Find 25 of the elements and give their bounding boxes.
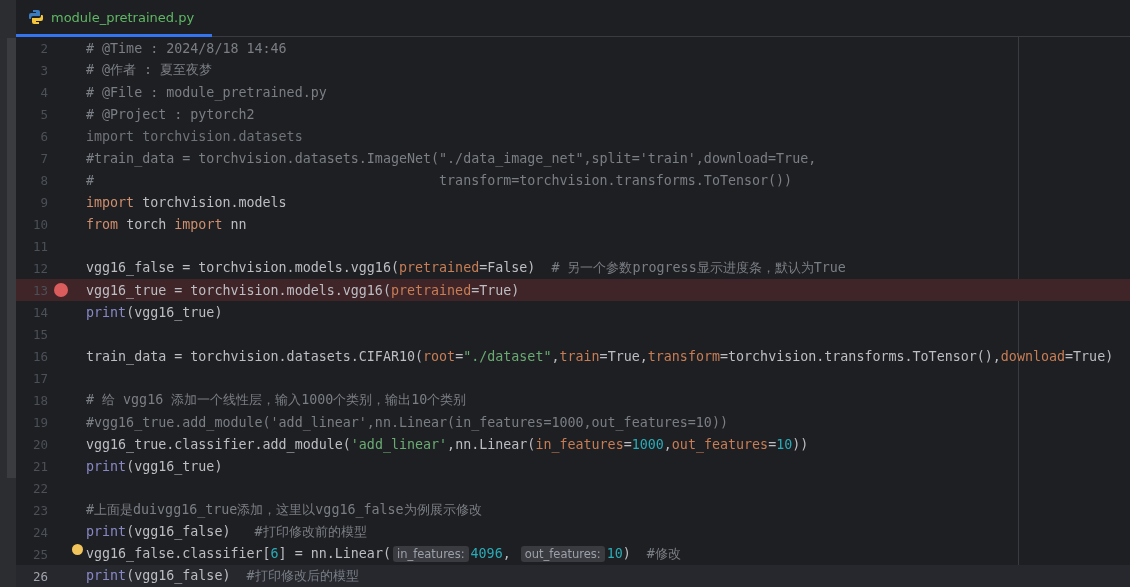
breakpoint-icon[interactable] — [54, 283, 68, 297]
code-line: print(vgg16_false) #打印修改前的模型 — [86, 523, 367, 541]
scrollbar-thumb[interactable] — [7, 38, 16, 478]
code-line: # @Project : pytorch2 — [86, 106, 255, 122]
code-line: # transform=torchvision.transforms.ToTensor()) — [86, 172, 793, 188]
code-line: # @File : module_pretrained.py — [86, 84, 327, 100]
lightbulb-icon[interactable] — [72, 544, 83, 555]
line-number: 26 — [31, 568, 48, 584]
code-line: from torch import nn — [86, 216, 247, 232]
code-line: #train_data = torchvision.datasets.ImageNet("./data_image_net",split='train',download=True, — [86, 150, 817, 166]
code-line: import torchvision.datasets — [86, 128, 303, 144]
code-line: import torchvision.models — [86, 194, 287, 210]
code-line: train_data = torchvision.datasets.CIFAR10(root="./dataset",train=True,transform=torchvision.transforms.ToTensor(),download=True) — [86, 348, 1114, 364]
code-line: #vgg16_true.add_module('add_linear',nn.Linear(in_features=1000,out_features=10)) — [86, 414, 728, 430]
code-line: vgg16_true.classifier.add_module('add_linear',nn.Linear(in_features=1000,out_features=10)) — [86, 436, 809, 452]
python-file-icon — [28, 9, 44, 25]
code-line: print(vgg16_true) — [86, 458, 223, 474]
code-line: vgg16_false.classifier[6] = nn.Linear( in_features: 4096, out_features: 10) #修改 — [86, 545, 681, 563]
code-line: print(vgg16_true) — [86, 304, 223, 320]
code-line: # @Time : 2024/8/18 14:46 — [86, 40, 287, 56]
code-line: print(vgg16_false) #打印修改后的模型 — [86, 567, 359, 585]
code-line: #上面是duivgg16_true添加，这里以vgg16_false为例展示修改 — [86, 501, 482, 519]
file-tab[interactable]: module_pretrained.py — [16, 0, 212, 37]
code-line: # @作者 : 夏至夜梦 — [86, 61, 213, 79]
code-line: vgg16_true = torchvision.models.vgg16(pretrained=True) — [86, 282, 520, 298]
